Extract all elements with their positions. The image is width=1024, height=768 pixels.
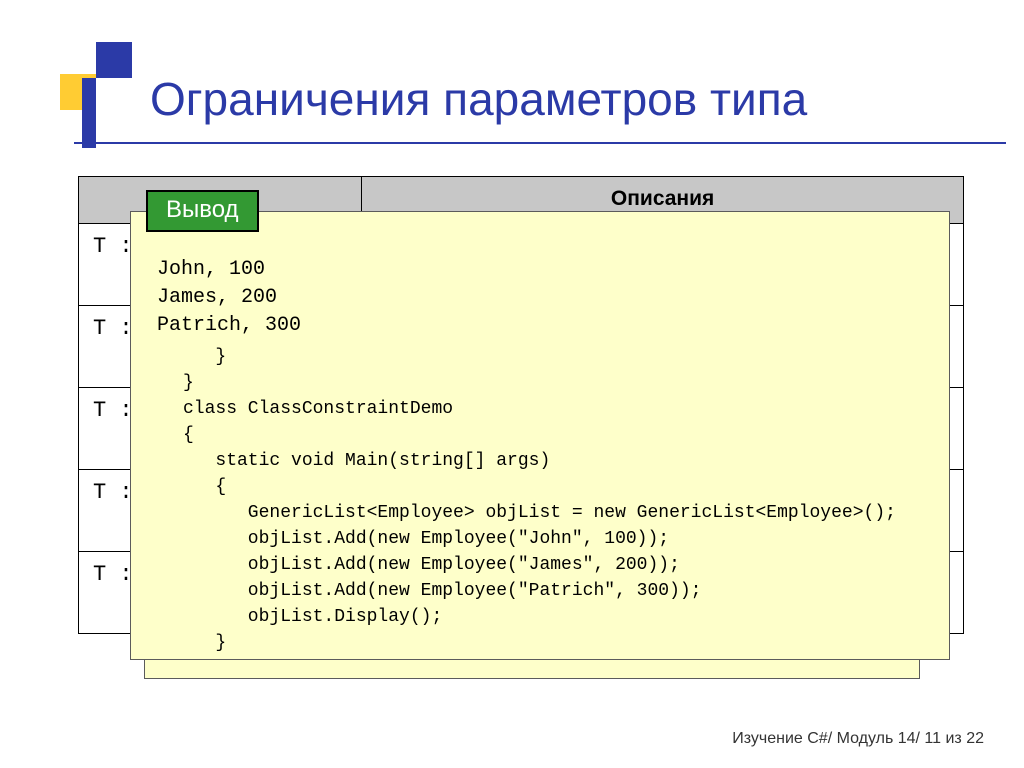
ornament [32,34,132,134]
slide: Ограничения параметров типа Ограничение … [0,0,1024,768]
page-title: Ограничения параметров типа [150,72,807,126]
output-tag: Вывод [146,190,259,232]
code-snippet: } } class ClassConstraintDemo { static v… [157,344,923,660]
code-box-front: John, 100 James, 200 Patrich, 300 } } cl… [130,211,950,660]
program-output: John, 100 James, 200 Patrich, 300 [157,256,923,340]
footer: Изучение C#/ Модуль 14/ 11 из 22 [732,730,984,748]
blue-square-icon [96,42,132,78]
blue-bar-icon [82,78,96,148]
title-underline [74,142,1006,144]
